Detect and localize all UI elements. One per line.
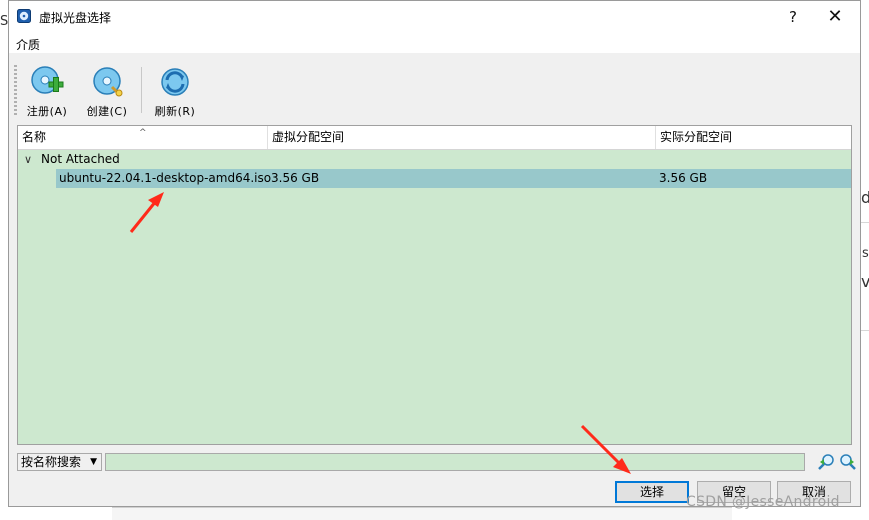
search-input[interactable] xyxy=(105,453,805,471)
background-taskbar-strip xyxy=(112,507,732,520)
background-text-fragment: d xyxy=(861,188,869,207)
chevron-down-icon[interactable]: ∨ xyxy=(24,150,32,169)
group-row-not-attached[interactable]: ∨ Not Attached xyxy=(18,150,851,169)
close-button[interactable]: ✕ xyxy=(820,6,850,28)
choose-button[interactable]: 选择 xyxy=(615,481,689,503)
column-header-virtual-size[interactable]: 虚拟分配空间 xyxy=(268,126,656,149)
search-previous-icon[interactable] xyxy=(817,453,835,471)
medium-list: 名称 ^ 虚拟分配空间 实际分配空间 ∨ Not Attached ubuntu… xyxy=(17,125,852,445)
search-next-icon[interactable] xyxy=(839,453,857,471)
dropdown-arrow-icon: ▼ xyxy=(90,457,97,467)
help-button[interactable]: ? xyxy=(778,6,808,28)
list-header: 名称 ^ 虚拟分配空间 实际分配空间 xyxy=(18,126,851,150)
window-title: 虚拟光盘选择 xyxy=(39,11,112,25)
row-name: ubuntu-22.04.1-desktop-amd64.iso xyxy=(59,171,272,185)
column-header-actual-size[interactable]: 实际分配空间 xyxy=(656,126,851,149)
register-button[interactable]: 注册(A) xyxy=(19,65,75,119)
toolbar: 注册(A) 创建(C) 刷新(R) xyxy=(9,53,860,121)
column-header-virtual-size-label: 虚拟分配空间 xyxy=(272,130,345,144)
column-header-name-label: 名称 xyxy=(22,130,47,144)
watermark: CSDN @JesseAndroid xyxy=(686,494,840,510)
background-text-fragment: s xyxy=(862,246,869,261)
disk-add-icon xyxy=(31,66,64,94)
column-header-actual-size-label: 实际分配空间 xyxy=(660,130,733,144)
register-label: 注册(A) xyxy=(26,105,68,118)
title-bar[interactable]: 虚拟光盘选择 ? ✕ xyxy=(9,1,860,33)
virtual-optical-disk-selector-dialog: 虚拟光盘选择 ? ✕ 介质 注册(A) 创建(C) 刷新(R) 名称 ^ 虚拟分… xyxy=(8,0,861,507)
disk-create-icon xyxy=(93,67,123,97)
background-divider xyxy=(861,222,869,223)
refresh-label: 刷新(R) xyxy=(154,105,196,118)
refresh-button[interactable]: 刷新(R) xyxy=(147,65,203,119)
row-actual-size: 3.56 GB xyxy=(659,171,708,185)
toolbar-grip-handle[interactable] xyxy=(14,65,17,115)
search-mode-select[interactable]: 按名称搜索 ▼ xyxy=(17,453,102,471)
create-label: 创建(C) xyxy=(86,105,128,118)
background-text-fragment: v xyxy=(861,272,869,291)
menu-bar: 介质 xyxy=(9,33,860,53)
optical-disk-app-icon xyxy=(17,9,31,23)
create-button[interactable]: 创建(C) xyxy=(79,65,135,119)
table-row[interactable]: ubuntu-22.04.1-desktop-amd64.iso 3.56 GB… xyxy=(56,169,851,188)
group-label: Not Attached xyxy=(41,152,120,166)
menu-medium[interactable]: 介质 xyxy=(16,36,40,53)
row-virtual-size: 3.56 GB xyxy=(271,171,320,185)
sort-ascending-icon: ^ xyxy=(139,128,147,138)
column-header-name[interactable]: 名称 ^ xyxy=(18,126,268,149)
toolbar-separator xyxy=(141,67,142,113)
search-bar: 按名称搜索 ▼ xyxy=(17,453,856,473)
search-mode-label: 按名称搜索 xyxy=(21,455,82,469)
background-divider xyxy=(861,330,869,331)
disk-refresh-icon xyxy=(161,68,189,96)
